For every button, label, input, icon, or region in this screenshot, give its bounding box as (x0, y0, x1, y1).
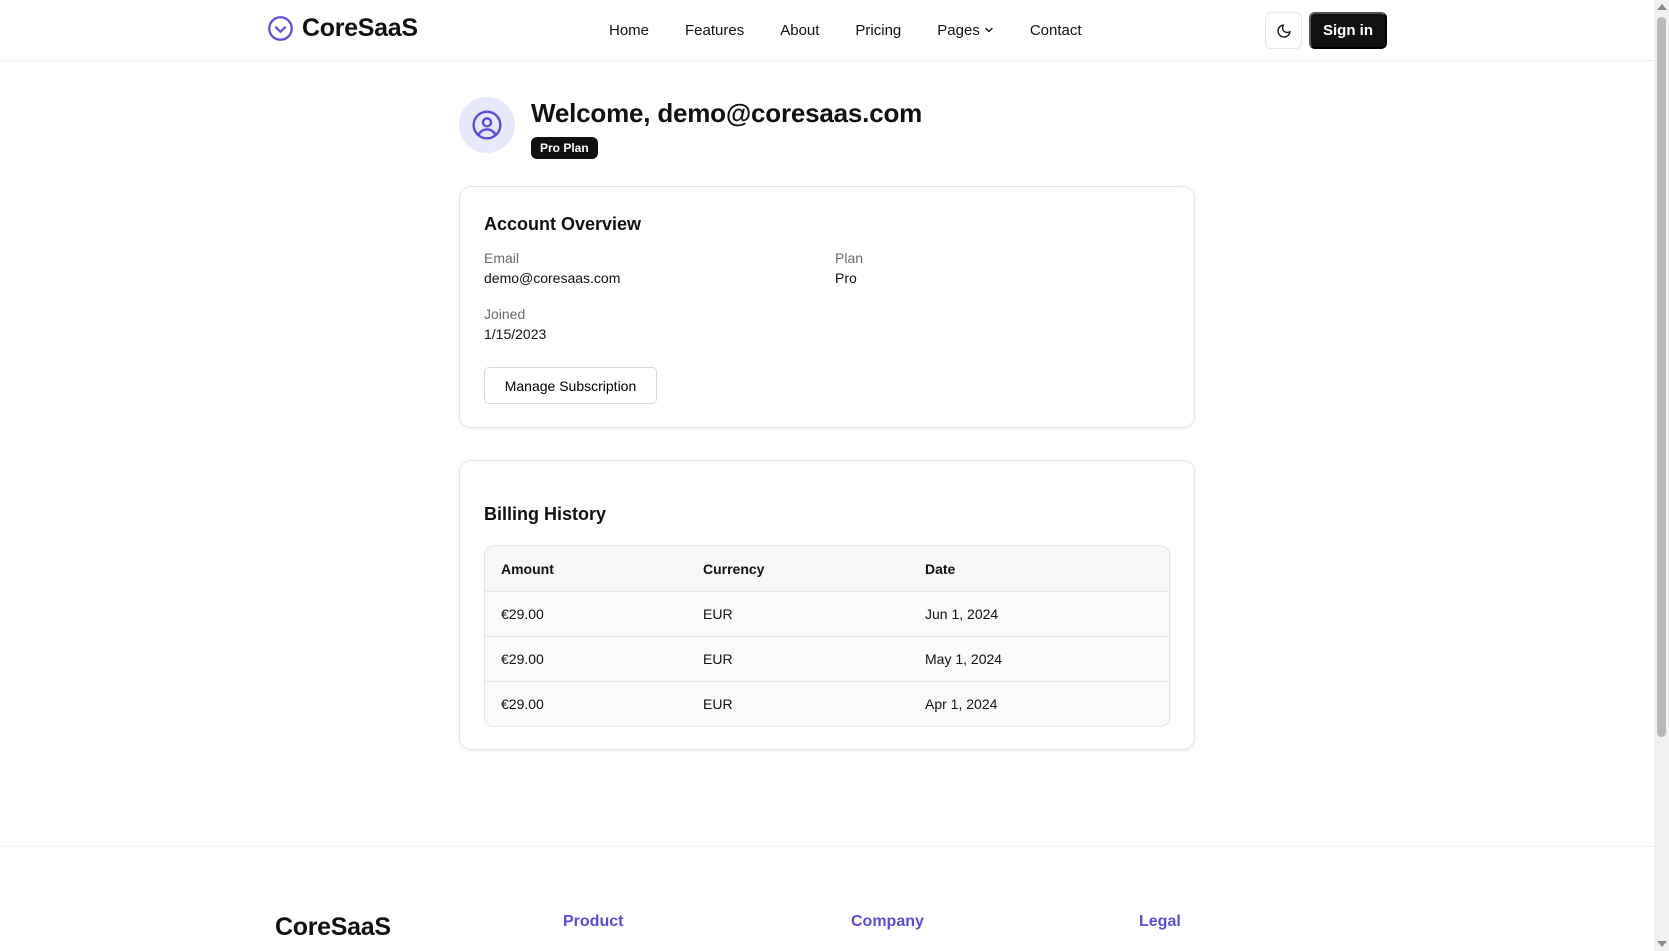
account-overview-title: Account Overview (484, 214, 642, 234)
plan-label: Plan (835, 250, 864, 266)
brand-logo[interactable]: CoreSaaS (267, 14, 418, 43)
scroll-down-arrow-icon[interactable] (1657, 941, 1667, 947)
currency-cell: EUR (703, 696, 733, 712)
amount-cell: €29.00 (501, 651, 544, 667)
billing-history-card: Billing History Amount Currency Date €29… (459, 460, 1195, 750)
table-row: €29.00 EUR May 1, 2024 (485, 636, 1169, 681)
vertical-scrollbar[interactable] (1654, 0, 1669, 951)
joined-label: Joined (484, 306, 526, 322)
plan-value: Pro (835, 270, 857, 286)
main-nav: Home Features About Pricing Pages Contac… (609, 0, 1082, 60)
welcome-header: Welcome, demo@coresaas.com Pro Plan (459, 97, 922, 159)
user-circle-icon (472, 110, 502, 140)
nav-link-pages-label: Pages (937, 21, 980, 39)
table-header-row: Amount Currency Date (485, 546, 1169, 591)
billing-table: Amount Currency Date €29.00 EUR Jun 1, 2… (484, 545, 1170, 727)
check-circle-icon (268, 16, 293, 41)
billing-history-title: Billing History (484, 504, 607, 524)
nav-link-contact[interactable]: Contact (1030, 22, 1082, 39)
scrollbar-thumb[interactable] (1657, 17, 1666, 737)
column-header-currency: Currency (703, 560, 765, 577)
amount-cell: €29.00 (501, 696, 544, 712)
nav-link-features[interactable]: Features (685, 22, 744, 39)
manage-subscription-button[interactable]: Manage Subscription (484, 367, 657, 404)
table-row: €29.00 EUR Apr 1, 2024 (485, 681, 1169, 726)
footer-heading-product: Product (563, 913, 624, 930)
sign-in-button[interactable]: Sign in (1309, 12, 1387, 49)
scroll-up-arrow-icon[interactable] (1657, 4, 1667, 10)
footer-brand[interactable]: CoreSaaS (275, 913, 391, 942)
top-navbar: CoreSaaS Home Features About Pricing Pag… (0, 0, 1654, 61)
avatar (459, 97, 515, 153)
date-cell: Apr 1, 2024 (925, 696, 998, 712)
account-overview-card: Account Overview Email demo@coresaas.com… (459, 186, 1195, 428)
nav-link-pages[interactable]: Pages (937, 22, 994, 39)
chevron-down-icon (985, 27, 993, 33)
currency-cell: EUR (703, 606, 733, 622)
plan-badge: Pro Plan (531, 137, 598, 159)
footer-heading-legal: Legal (1139, 913, 1181, 930)
brand-name: CoreSaaS (302, 14, 418, 42)
joined-value: 1/15/2023 (484, 326, 547, 342)
nav-link-home[interactable]: Home (609, 22, 649, 39)
column-header-amount: Amount (501, 560, 554, 577)
date-cell: May 1, 2024 (925, 651, 1003, 667)
site-footer: CoreSaaS Product Company Legal (0, 846, 1654, 951)
nav-link-about[interactable]: About (780, 22, 819, 39)
footer-heading-company: Company (851, 913, 924, 930)
nav-link-pricing[interactable]: Pricing (855, 22, 901, 39)
email-label: Email (484, 250, 520, 266)
column-header-date: Date (925, 560, 956, 577)
email-value: demo@coresaas.com (484, 270, 621, 286)
theme-toggle-button[interactable] (1265, 12, 1302, 49)
amount-cell: €29.00 (501, 606, 544, 622)
currency-cell: EUR (703, 651, 733, 667)
moon-icon (1276, 23, 1291, 38)
table-row: €29.00 EUR Jun 1, 2024 (485, 591, 1169, 636)
date-cell: Jun 1, 2024 (925, 606, 999, 622)
page-title: Welcome, demo@coresaas.com (531, 98, 923, 128)
